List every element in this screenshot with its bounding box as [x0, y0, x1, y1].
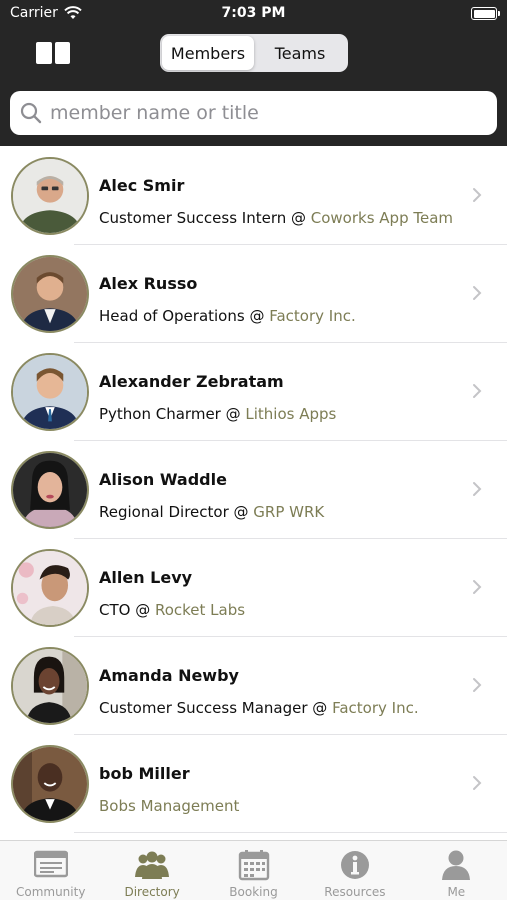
segment-members[interactable]: Members	[162, 36, 254, 70]
members-teams-segmented-control: Members Teams	[160, 34, 348, 72]
member-company: Factory Inc.	[269, 307, 356, 325]
member-company: Factory Inc.	[332, 699, 419, 717]
avatar	[11, 451, 89, 529]
chevron-right-icon	[473, 776, 482, 790]
sidebar-toggle-icon[interactable]	[36, 42, 70, 64]
member-name: Alison Waddle	[99, 470, 227, 489]
tab-directory[interactable]: Directory	[101, 841, 202, 900]
avatar	[11, 157, 89, 235]
member-company: Rocket Labs	[154, 601, 246, 619]
tab-label: Community	[15, 885, 86, 899]
tab-label: Resources	[324, 885, 386, 899]
member-name: Allen Levy	[99, 568, 193, 587]
chevron-right-icon	[473, 188, 482, 202]
search-icon	[20, 102, 42, 124]
calendar-icon	[238, 850, 269, 881]
chevron-right-icon	[473, 580, 482, 594]
member-row-alec-smir[interactable]: Alec Smir Customer Success Intern @ Cowo…	[0, 147, 507, 245]
chevron-right-icon	[473, 384, 482, 398]
tab-label: Directory	[124, 885, 180, 899]
member-title: Customer Success Intern @ Coworks App Te…	[99, 209, 454, 227]
member-row-alex-russo[interactable]: Alex Russo Head of Operations @ Factory …	[0, 245, 507, 343]
member-row-alison-waddle[interactable]: Alison Waddle Regional Director @ GRP WR…	[0, 441, 507, 539]
battery-icon	[471, 7, 500, 20]
tab-bar: Community Directory Booking Resources Me	[0, 840, 507, 900]
member-title: CTO @ Rocket Labs	[99, 601, 246, 619]
person-icon	[442, 850, 471, 880]
member-row-amanda-newby[interactable]: Amanda Newby Customer Success Manager @ …	[0, 637, 507, 735]
tab-booking[interactable]: Booking	[203, 841, 304, 900]
status-time: 7:03 PM	[221, 5, 286, 21]
chevron-right-icon	[473, 286, 482, 300]
avatar	[11, 353, 89, 431]
tab-me[interactable]: Me	[406, 841, 507, 900]
status-bar: Carrier 7:03 PM	[0, 0, 507, 28]
member-row-alexander-zebratam[interactable]: Alexander Zebratam Python Charmer @ Lith…	[0, 343, 507, 441]
search-input[interactable]	[50, 102, 497, 124]
avatar	[11, 255, 89, 333]
tab-resources[interactable]: Resources	[304, 841, 405, 900]
member-row-allen-levy[interactable]: Allen Levy CTO @ Rocket Labs	[0, 539, 507, 637]
chevron-right-icon	[473, 482, 482, 496]
member-company: Bobs Management	[99, 797, 240, 815]
search-area	[0, 80, 507, 146]
tab-label: Booking	[229, 885, 278, 899]
chevron-right-icon	[473, 678, 482, 692]
member-company: Lithios Apps	[245, 405, 337, 423]
member-name: Alec Smir	[99, 176, 185, 195]
avatar	[11, 647, 89, 725]
directory-icon	[135, 851, 170, 879]
member-title: Bobs Management	[99, 797, 239, 815]
member-list: Alec Smir Customer Success Intern @ Cowo…	[0, 147, 507, 833]
avatar	[11, 745, 89, 823]
avatar	[11, 549, 89, 627]
community-icon	[33, 850, 68, 878]
segment-teams[interactable]: Teams	[254, 36, 346, 70]
search-box[interactable]	[10, 91, 497, 135]
info-icon	[340, 851, 369, 879]
member-name: bob Miller	[99, 764, 190, 783]
member-name: Alex Russo	[99, 274, 198, 293]
member-row-bob-miller[interactable]: bob Miller Bobs Management	[0, 735, 507, 833]
member-title: Head of Operations @ Factory Inc.	[99, 307, 356, 325]
tab-community[interactable]: Community	[0, 841, 101, 900]
tab-label: Me	[447, 885, 466, 899]
navigation-bar: Members Teams	[0, 28, 507, 80]
member-name: Amanda Newby	[99, 666, 239, 685]
member-company: Coworks App Team	[310, 209, 454, 227]
member-name: Alexander Zebratam	[99, 372, 284, 391]
member-title: Customer Success Manager @ Factory Inc.	[99, 699, 419, 717]
member-title: Regional Director @ GRP WRK	[99, 503, 325, 521]
member-company: GRP WRK	[253, 503, 325, 521]
member-title: Python Charmer @ Lithios Apps	[99, 405, 337, 423]
